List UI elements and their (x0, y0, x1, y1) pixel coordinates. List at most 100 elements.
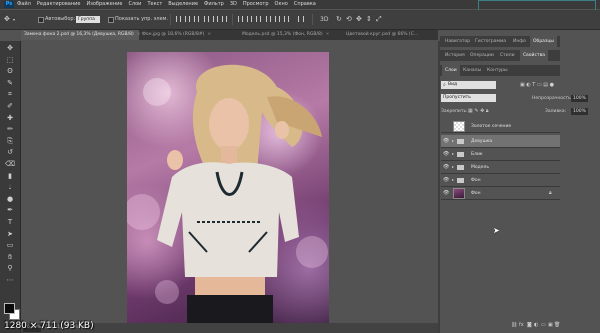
tab-styles[interactable]: Стили (497, 50, 518, 61)
lock-transparency-icon[interactable]: ▦ (468, 108, 473, 114)
tab-document-4[interactable]: Цветовой круг.psd @ 66% (С... (343, 30, 438, 40)
align-left-icon[interactable] (204, 16, 209, 22)
crop-tool-icon[interactable]: ⌗ (5, 90, 15, 99)
chevron-right-icon[interactable]: ▸ (452, 138, 454, 144)
align-center-icon[interactable] (213, 16, 218, 22)
add-mask-icon[interactable]: ◙ (527, 322, 532, 328)
tab-layers[interactable]: Слои (442, 65, 460, 76)
blur-icon[interactable]: 💧︎ (5, 183, 15, 192)
chevron-right-icon[interactable]: ▸ (452, 151, 454, 157)
gradient-icon[interactable]: ▮ (5, 172, 15, 181)
tab-document-1[interactable]: Замена фона 2.psd @ 16,3% (Девушка, RGB/… (21, 30, 141, 40)
autoselect-checkbox[interactable] (38, 17, 44, 23)
menu-item[interactable]: 3D (230, 0, 237, 9)
distribute-right-icon[interactable] (284, 16, 289, 22)
layer-filter-select[interactable]: Вид (441, 81, 496, 89)
menu-item[interactable]: Справка (294, 0, 316, 9)
close-icon[interactable]: × (326, 32, 330, 37)
adjustment-layer-icon[interactable]: ◐ (534, 322, 538, 328)
foreground-color-swatch-front[interactable] (4, 303, 15, 314)
filter-pixel-icon[interactable]: ▣ (520, 82, 525, 88)
quick-select-icon[interactable]: ✎ (5, 79, 15, 88)
eye-icon[interactable]: 👁︎ (443, 151, 449, 157)
link-layers-icon[interactable]: ⛓ (511, 322, 517, 328)
layer-row[interactable]: 👁︎ ▸ Девушка (441, 135, 560, 148)
align-middle-icon[interactable] (185, 16, 190, 22)
path-select-icon[interactable]: ➤ (5, 230, 15, 239)
eye-icon[interactable]: 👁︎ (443, 138, 449, 144)
history-brush-icon[interactable]: ↺ (5, 148, 15, 157)
tab-document-3[interactable]: Модель.psd @ 15,3% (Фон, RGB/8) × (239, 30, 343, 40)
marquee-tool-icon[interactable]: ⬚ (5, 56, 15, 65)
autoselect-select[interactable]: Группа (76, 16, 100, 23)
eye-icon[interactable]: 👁︎ (443, 164, 449, 170)
3d-slide-icon[interactable]: ⇕ (366, 10, 372, 29)
auto-align-icon[interactable] (298, 16, 304, 22)
menu-item[interactable]: Фильтр (204, 0, 224, 9)
tab-info[interactable]: Инфо (510, 36, 529, 47)
move-tool-icon[interactable]: ✥ (4, 10, 10, 29)
distribute-middle-icon[interactable] (247, 16, 252, 22)
3d-pan-icon[interactable]: ✥ (356, 10, 362, 29)
distribute-center-icon[interactable] (275, 16, 280, 22)
tab-properties[interactable]: Свойства (520, 50, 548, 61)
move-tool-icon[interactable]: ✥ (5, 44, 15, 53)
tab-channels[interactable]: Каналы (460, 65, 484, 76)
align-right-icon[interactable] (222, 16, 227, 22)
document-image[interactable] (127, 52, 329, 323)
tab-paths[interactable]: Контуры (484, 65, 511, 76)
type-tool-icon[interactable]: T (5, 218, 15, 227)
eraser-icon[interactable]: ⌫ (5, 160, 15, 169)
menu-item[interactable]: Редактирование (37, 0, 81, 9)
chevron-down-icon[interactable]: ▾ (13, 10, 15, 29)
eye-icon[interactable]: 👁︎ (443, 190, 449, 196)
opacity-field[interactable]: 100% (571, 95, 588, 102)
blend-mode-select[interactable]: Пропустить (441, 94, 496, 102)
distribute-bottom-icon[interactable] (256, 16, 261, 22)
layer-style-icon[interactable]: fx (519, 322, 524, 328)
menu-item[interactable]: Изображение (86, 0, 122, 9)
tab-histogram[interactable]: Гистограмма (472, 36, 509, 47)
align-bottom-icon[interactable] (194, 16, 199, 22)
layer-row[interactable]: 👁︎ ▸ Блик (441, 148, 560, 161)
distribute-top-icon[interactable] (238, 16, 243, 22)
shape-tool-icon[interactable]: ▭ (5, 241, 15, 250)
delete-layer-icon[interactable]: 🗑︎ (554, 322, 560, 328)
pen-tool-icon[interactable]: ✒ (5, 206, 15, 215)
chevron-right-icon[interactable]: ▸ (452, 164, 454, 170)
align-top-icon[interactable] (176, 16, 181, 22)
dodge-icon[interactable]: ● (5, 195, 15, 204)
more-tools-icon[interactable]: ⋯ (5, 276, 15, 285)
hand-tool-icon[interactable]: ✋︎ (5, 253, 15, 262)
3d-orbit-icon[interactable]: ↻ (336, 10, 342, 29)
layer-row[interactable]: 👁︎ Фон 🔒︎ (441, 187, 560, 200)
layer-row[interactable]: 👁︎ ▸ Модель (441, 161, 560, 174)
close-icon[interactable]: × (207, 32, 211, 37)
3d-roll-icon[interactable]: ⟲ (346, 10, 352, 29)
fill-field[interactable]: 100% (571, 108, 588, 115)
chevron-right-icon[interactable]: ▸ (452, 177, 454, 183)
healing-brush-icon[interactable]: ✚ (5, 114, 15, 123)
eyedropper-icon[interactable]: ✐ (5, 102, 15, 111)
lock-brush-icon[interactable]: ✎ (474, 108, 478, 114)
clone-stamp-icon[interactable]: ⎘ (5, 137, 15, 146)
3d-scale-icon[interactable]: ⤢ (376, 10, 382, 29)
lasso-tool-icon[interactable]: ʘ (5, 67, 15, 76)
filter-type-icon[interactable]: T (532, 82, 535, 88)
lock-all-icon[interactable]: 🔒︎ (486, 108, 489, 114)
distribute-left-icon[interactable] (266, 16, 271, 22)
tab-actions[interactable]: Операции (467, 50, 497, 61)
menu-item[interactable]: Выделение (168, 0, 198, 9)
filter-adjust-icon[interactable]: ◐ (526, 82, 530, 88)
menu-item[interactable]: Просмотр (243, 0, 269, 9)
new-layer-icon[interactable]: ▣ (548, 322, 553, 328)
lock-move-icon[interactable]: ✥ (480, 108, 484, 114)
menu-item[interactable]: Окно (275, 0, 288, 9)
tab-history[interactable]: История (442, 50, 468, 61)
filter-shape-icon[interactable]: ▭ (537, 82, 542, 88)
visibility-off-icon[interactable] (443, 123, 448, 128)
show-controls-checkbox[interactable] (108, 17, 114, 23)
new-group-icon[interactable]: ▭ (541, 322, 546, 328)
menu-item[interactable]: Слои (128, 0, 141, 9)
tab-document-2[interactable]: Фон.jpg @ 18,6% (RGB/8#) × (139, 30, 239, 40)
